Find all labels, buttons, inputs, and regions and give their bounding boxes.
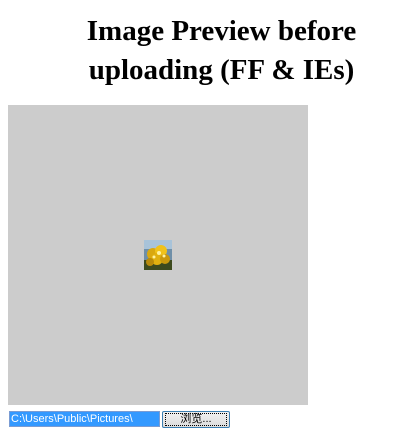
- page-title-line-2: uploading (FF & IEs): [88, 54, 355, 86]
- flower-photo-icon: [144, 240, 172, 270]
- preview-thumbnail-image: [144, 240, 172, 270]
- file-path-input[interactable]: C:\Users\Public\Pictures\: [9, 411, 160, 427]
- page-title-line-1: Image Preview before: [86, 15, 357, 47]
- page-title: Image Preview before uploading (FF & IEs…: [0, 12, 413, 90]
- image-preview-area: [8, 105, 308, 405]
- browse-button[interactable]: 浏览...: [162, 411, 230, 428]
- browse-button-label: 浏览...: [165, 413, 227, 426]
